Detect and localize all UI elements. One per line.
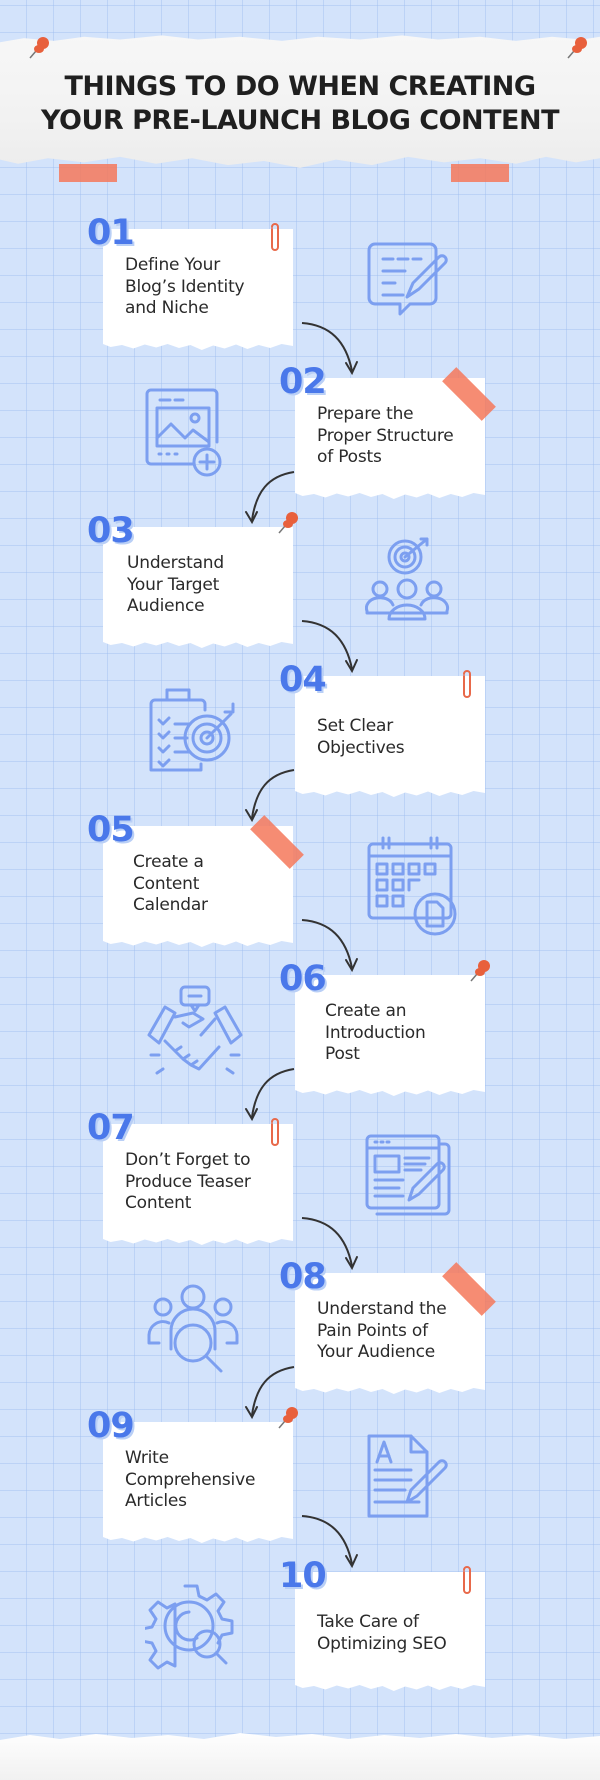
pushpin-icon (467, 957, 493, 985)
step-title-line: Objectives (317, 737, 405, 758)
step-title-line: Articles (125, 1491, 187, 1511)
step-title: Write Comprehensive Articles (125, 1448, 255, 1513)
target-audience-icon (364, 537, 450, 627)
step-title-line: Set Clear (317, 716, 393, 736)
step-number: 03 (87, 511, 135, 551)
audience-search-icon (145, 1283, 240, 1383)
calendar-document-icon (365, 836, 460, 941)
step-title-line: Write (125, 1448, 169, 1468)
step-title: Understand the Pain Points of Your Audienc… (317, 1299, 447, 1364)
step-number: 05 (87, 810, 135, 850)
step-title-line: Proper Structure (317, 425, 454, 446)
edit-document-icon (365, 239, 455, 334)
article-write-icon (365, 1432, 450, 1527)
pushpin-icon (275, 509, 301, 537)
step-title-line: Create an (325, 1001, 407, 1021)
step-title-line: Optimizing SEO (317, 1633, 447, 1654)
paperclip-icon (269, 223, 281, 251)
step-number: 06 (279, 959, 327, 999)
paperclip-icon (269, 1118, 281, 1146)
step-title: Prepare the Proper Structure of Posts (317, 404, 454, 469)
footer-torn-paper (0, 1733, 600, 1780)
step-title-line: of Posts (317, 447, 382, 467)
step-title-line: Define Your (125, 255, 220, 275)
paperclip-icon (461, 670, 473, 698)
step-number: 01 (87, 213, 135, 253)
step-title-line: Content (133, 873, 200, 894)
step-title: Create an Introduction Post (325, 1001, 426, 1066)
pushpin-icon (567, 37, 587, 59)
handshake-icon (145, 985, 245, 1085)
step-title-line: Create a (133, 852, 204, 872)
step-title: Create a Content Calendar (133, 852, 208, 917)
step-title-line: Blog’s Identity (125, 276, 245, 297)
title-line-2: YOUR PRE-LAUNCH BLOG CONTENT (40, 105, 560, 136)
step-title-line: Content (125, 1193, 192, 1213)
step-number: 02 (279, 362, 327, 402)
tape-decoration (59, 164, 117, 182)
clipboard-target-icon (145, 686, 240, 781)
step-title-line: Don’t Forget to (125, 1150, 251, 1170)
step-title-line: Audience (127, 596, 205, 616)
step-title-line: Understand the (317, 1299, 447, 1319)
step-number: 09 (87, 1406, 135, 1446)
step-title-line: Your Target (127, 574, 220, 595)
step-title: Understand Your Target Audience (127, 553, 224, 618)
step-title-line: Post (325, 1044, 360, 1064)
pushpin-icon (275, 1404, 301, 1432)
step-title: Define Your Blog’s Identity and Niche (125, 255, 245, 320)
pushpin-icon (29, 37, 49, 59)
step-title-line: Understand (127, 553, 224, 573)
step-title: Take Care of Optimizing SEO (317, 1612, 447, 1655)
step-title-line: Pain Points of (317, 1320, 428, 1341)
paperclip-icon (461, 1566, 473, 1594)
step-number: 04 (279, 660, 327, 700)
step-title-line: Comprehensive (125, 1469, 256, 1490)
flow-arrow-icon (245, 769, 295, 823)
title-line-1: THINGS TO DO WHEN CREATING (64, 71, 536, 102)
step-title-line: Your Audience (317, 1342, 436, 1362)
step-number: 10 (279, 1556, 327, 1596)
flow-arrow-icon (245, 1068, 295, 1122)
step-title-line: Introduction (325, 1022, 426, 1043)
step-title: Set Clear Objectives (317, 716, 405, 759)
step-title-line: Take Care of (317, 1612, 419, 1632)
step-title-line: Produce Teaser (125, 1171, 251, 1192)
step-number: 08 (279, 1257, 327, 1297)
step-title-line: Prepare the (317, 404, 414, 424)
step-title-line: Calendar (133, 895, 208, 915)
add-image-icon (145, 388, 225, 483)
web-page-edit-icon (365, 1134, 455, 1224)
page-title: THINGS TO DO WHEN CREATING YOUR PRE-LAUN… (0, 70, 600, 138)
tape-decoration (451, 164, 509, 182)
seo-gear-icon (140, 1582, 240, 1682)
step-title-line: and Niche (125, 298, 209, 318)
step-title: Don’t Forget to Produce Teaser Content (125, 1150, 251, 1215)
step-number: 07 (87, 1108, 135, 1148)
